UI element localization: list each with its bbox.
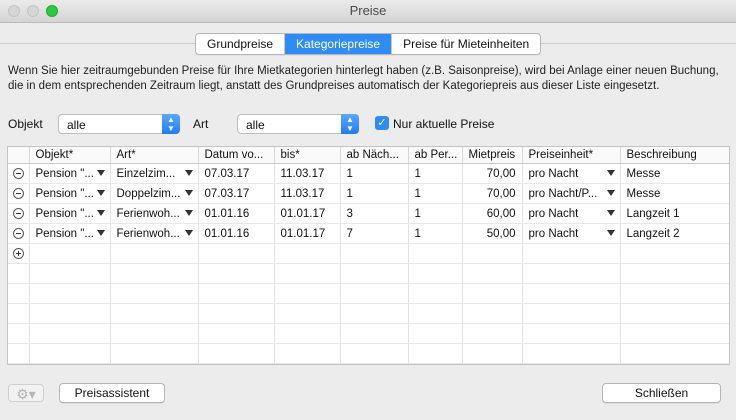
cell-mietpreis[interactable]: 50,00 [462,223,523,244]
dropdown-arrow-icon[interactable] [184,210,193,216]
cell-datum-von[interactable]: 07.03.17 [198,183,275,204]
objekt-select-value: alle [67,118,86,132]
cell-ab-naechte[interactable]: 7 [340,223,409,244]
dropdown-arrow-icon[interactable] [184,230,193,236]
tab-grundpreise[interactable]: Grundpreise [196,34,286,54]
prices-table: Objekt* Art* Datum vo... bis* ab Näch...… [7,146,730,365]
cell-datum-von[interactable]: 01.01.16 [198,203,275,224]
cell-art[interactable]: Einzelzim... [110,163,199,184]
cell-beschreibung[interactable]: Messe [620,163,729,184]
add-row-icon[interactable] [13,247,24,259]
cell-ab-naechte[interactable]: 1 [340,163,409,184]
header-beschreibung[interactable]: Beschreibung [620,147,729,164]
header-ab-personen[interactable]: ab Per... [408,147,463,164]
cell-datum-von[interactable]: 01.01.16 [198,223,275,244]
table-row: Pension "... Ferienwoh... 01.01.16 01.01… [8,223,729,244]
header-ab-naechte[interactable]: ab Näch... [340,147,409,164]
cell-beschreibung[interactable]: Langzeit 1 [620,203,729,224]
cell-ab-personen[interactable]: 1 [408,223,463,244]
dropdown-arrow-icon[interactable] [96,190,105,196]
cell-mietpreis[interactable]: 60,00 [462,203,523,224]
cell-art[interactable]: Doppelzim... [110,183,199,204]
table-row-add [8,243,729,264]
header-objekt[interactable]: Objekt* [29,147,111,164]
cell-bis[interactable]: 01.01.17 [274,223,341,244]
cell-preiseinheit[interactable]: pro Nacht [522,223,621,244]
table-row-empty [8,303,729,324]
header-datum-von[interactable]: Datum vo... [198,147,275,164]
table-row: Pension "... Ferienwoh... 01.01.16 01.01… [8,203,729,224]
cell-bis[interactable]: 11.03.17 [274,163,341,184]
cell-ab-personen[interactable]: 1 [408,183,463,204]
preisassistent-button[interactable]: Preisassistent [59,383,165,403]
title-bar: Preise [0,0,736,23]
chevron-updown-icon: ▲ ▼ [162,114,180,134]
objekt-label: Objekt [8,117,43,131]
tab-kategoriepreise[interactable]: Kategoriepreise [285,34,393,54]
cell-ab-personen[interactable]: 1 [408,203,463,224]
close-button[interactable]: Schließen [602,383,721,403]
window-title: Preise [349,3,387,18]
chevron-updown-icon: ▲ ▼ [341,114,359,134]
objekt-select[interactable]: alle ▲ ▼ [58,114,180,134]
dropdown-arrow-icon[interactable] [606,210,615,216]
cell-objekt[interactable]: Pension "... [29,163,111,184]
dropdown-arrow-icon[interactable] [96,230,105,236]
art-select-value: alle [246,118,265,132]
cell-preiseinheit[interactable]: pro Nacht [522,203,621,224]
remove-row-icon[interactable] [13,207,24,219]
header-control [8,147,30,164]
art-label: Art [193,117,209,131]
only-current-checkbox[interactable]: ✓ [375,116,389,130]
cell-preiseinheit[interactable]: pro Nacht/P... [522,183,621,204]
cell-beschreibung[interactable]: Messe [620,183,729,204]
cell-preiseinheit[interactable]: pro Nacht [522,163,621,184]
art-select[interactable]: alle ▲ ▼ [237,114,359,134]
table-row-empty [8,283,729,304]
table-header-row: Objekt* Art* Datum vo... bis* ab Näch...… [8,147,729,164]
table-row-empty [8,263,729,284]
dropdown-arrow-icon[interactable] [184,170,193,176]
dropdown-arrow-icon[interactable] [96,170,105,176]
cell-objekt[interactable]: Pension "... [29,203,111,224]
cell-objekt[interactable]: Pension "... [29,183,111,204]
remove-row-icon[interactable] [13,227,24,239]
checkmark-icon: ✓ [377,117,387,129]
dropdown-arrow-icon[interactable] [606,190,615,196]
header-art[interactable]: Art* [110,147,199,164]
cell-mietpreis[interactable]: 70,00 [462,163,523,184]
dropdown-arrow-icon[interactable] [184,190,193,196]
dropdown-arrow-icon[interactable] [606,230,615,236]
cell-objekt[interactable]: Pension "... [29,223,111,244]
cell-ab-personen[interactable]: 1 [408,163,463,184]
table-row: Pension "... Einzelzim... 07.03.17 11.03… [8,163,729,184]
cell-datum-von[interactable]: 07.03.17 [198,163,275,184]
header-preiseinheit[interactable]: Preiseinheit* [522,147,621,164]
remove-row-icon[interactable] [13,187,24,199]
cell-ab-naechte[interactable]: 1 [340,183,409,204]
tab-preise-mieteinheiten[interactable]: Preise für Mieteinheiten [392,34,540,54]
header-mietpreis[interactable]: Mietpreis [462,147,523,164]
table-row-empty [8,343,729,364]
header-bis[interactable]: bis* [274,147,341,164]
table-row: Pension "... Doppelzim... 07.03.17 11.03… [8,183,729,204]
cell-art[interactable]: Ferienwoh... [110,203,199,224]
table-row-empty [8,323,729,344]
cell-ab-naechte[interactable]: 3 [340,203,409,224]
only-current-label: Nur aktuelle Preise [393,117,495,131]
dropdown-arrow-icon[interactable] [96,210,105,216]
cell-bis[interactable]: 11.03.17 [274,183,341,204]
description-text: Wenn Sie hier zeitraumgebunden Preise fü… [8,65,719,92]
cell-mietpreis[interactable]: 70,00 [462,183,523,204]
cell-beschreibung[interactable]: Langzeit 2 [620,223,729,244]
dropdown-arrow-icon[interactable] [606,170,615,176]
gear-icon[interactable]: ⚙▾ [8,384,44,402]
tab-bar: Grundpreise Kategoriepreise Preise für M… [195,33,542,55]
cell-art[interactable]: Ferienwoh... [110,223,199,244]
cell-bis[interactable]: 01.01.17 [274,203,341,224]
remove-row-icon[interactable] [13,167,24,179]
